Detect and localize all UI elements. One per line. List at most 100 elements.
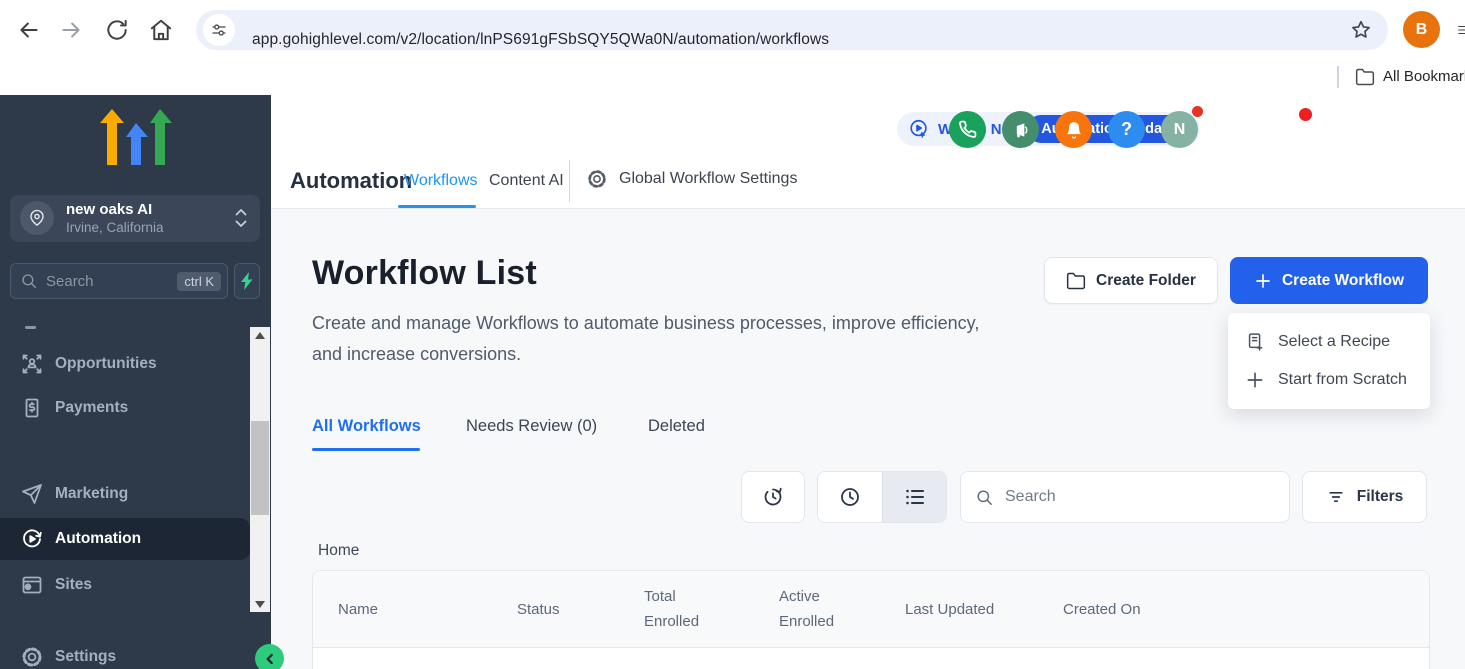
workflow-list-description: Create and manage Workflows to automate …: [312, 308, 1012, 370]
chevron-up-down-icon: [234, 206, 248, 230]
opportunities-icon: [20, 352, 44, 376]
workflow-list-title: Workflow List: [312, 254, 537, 293]
workflow-table: Name Status Total Enrolled Active Enroll…: [312, 570, 1430, 669]
scrolled-item-fragment: [25, 326, 36, 329]
column-header-active-enrolled[interactable]: Active Enrolled: [779, 584, 849, 634]
sidebar-item-automation[interactable]: Automation: [0, 518, 250, 560]
table-header-row: Name Status Total Enrolled Active Enroll…: [313, 571, 1429, 648]
shortcut-badge: ctrl K: [177, 272, 221, 291]
reload-icon[interactable]: [104, 17, 130, 43]
column-header-status[interactable]: Status: [517, 597, 644, 622]
folder-icon: [1066, 271, 1086, 291]
create-workflow-button[interactable]: Create Workflow: [1230, 257, 1428, 304]
sidebar-item-payments[interactable]: Payments: [0, 393, 250, 423]
marketing-send-icon: [20, 482, 44, 506]
plus-icon: [1245, 370, 1265, 390]
bookmark-star-icon[interactable]: [1350, 19, 1372, 41]
phone-button[interactable]: [949, 111, 986, 148]
sidebar: new oaks AI Irvine, California ctrl K Op…: [0, 95, 271, 669]
tab-all-workflows[interactable]: All Workflows: [312, 417, 421, 436]
page-title: Automation: [290, 168, 412, 194]
url-text[interactable]: app.gohighlevel.com/v2/location/lnPS691g…: [252, 20, 829, 60]
screen: app.gohighlevel.com/v2/location/lnPS691g…: [0, 0, 1465, 669]
sidebar-item-marketing[interactable]: Marketing: [0, 479, 250, 509]
global-workflow-settings[interactable]: Global Workflow Settings: [586, 168, 797, 190]
user-avatar[interactable]: N: [1161, 111, 1198, 148]
search-icon: [975, 488, 994, 507]
enrollment-history-button[interactable]: [741, 471, 805, 523]
menu-item-start-from-scratch[interactable]: Start from Scratch: [1228, 361, 1430, 399]
sites-icon: [20, 573, 44, 597]
breadcrumb[interactable]: Home: [318, 542, 359, 560]
gohighlevel-logo-icon: [99, 109, 173, 165]
back-icon[interactable]: [16, 17, 42, 43]
question-mark-icon: ?: [1121, 119, 1132, 140]
create-folder-button[interactable]: Create Folder: [1044, 257, 1218, 304]
home-icon[interactable]: [148, 17, 174, 43]
whats-new-pill[interactable]: What's New Automation Updates: [897, 112, 1200, 146]
location-pin-icon: [20, 201, 54, 235]
scroll-up-arrow-icon[interactable]: [250, 327, 270, 343]
all-bookmarks-label[interactable]: All Bookmarks: [1383, 60, 1465, 94]
sidebar-item-settings[interactable]: Settings: [0, 642, 250, 669]
url-bar[interactable]: app.gohighlevel.com/v2/location/lnPS691g…: [196, 10, 1388, 50]
megaphone-icon: [1011, 120, 1031, 140]
sidebar-item-sites[interactable]: Sites: [0, 570, 250, 600]
tab-needs-review[interactable]: Needs Review (0): [466, 417, 597, 436]
browser-profile-avatar[interactable]: B: [1403, 11, 1440, 48]
updates-alert-dot: [1192, 106, 1203, 117]
lightning-icon: [240, 272, 254, 290]
payments-icon: [20, 396, 44, 420]
tab-deleted[interactable]: Deleted: [648, 417, 705, 436]
notifications-button[interactable]: [1055, 111, 1092, 148]
forward-icon[interactable]: [58, 17, 84, 43]
bell-icon: [1064, 120, 1084, 140]
browser-toolbar: app.gohighlevel.com/v2/location/lnPS691g…: [0, 0, 1465, 60]
automation-icon: [20, 527, 44, 551]
column-header-total-enrolled[interactable]: Total Enrolled: [644, 584, 714, 634]
location-subtitle: Irvine, California: [66, 220, 164, 235]
create-workflow-menu: Select a Recipe Start from Scratch: [1228, 313, 1430, 409]
site-settings-icon[interactable]: [203, 14, 235, 46]
announcements-button[interactable]: [1002, 111, 1039, 148]
all-workflows-underline: [312, 448, 420, 451]
filters-button[interactable]: Filters: [1302, 471, 1427, 523]
list-icon: [903, 485, 927, 509]
recent-view-button[interactable]: [818, 472, 882, 522]
tab-content-ai[interactable]: Content AI: [489, 172, 564, 190]
location-switcher[interactable]: new oaks AI Irvine, California: [10, 195, 260, 242]
sidebar-item-opportunities[interactable]: Opportunities: [0, 349, 250, 379]
browser-menu-icon[interactable]: [1457, 22, 1465, 38]
column-header-name[interactable]: Name: [338, 597, 517, 622]
sidebar-collapse-button[interactable]: [255, 644, 284, 669]
list-view-button[interactable]: [882, 472, 946, 522]
search-icon: [20, 272, 38, 290]
workflow-search[interactable]: [960, 471, 1290, 523]
scrollbar-thumb[interactable]: [251, 421, 269, 515]
sidebar-scrollbar[interactable]: [250, 327, 270, 612]
workflow-search-input[interactable]: [1005, 488, 1275, 506]
scroll-down-arrow-icon[interactable]: [250, 596, 270, 612]
workflows-tab-underline: [398, 205, 476, 208]
settings-gear-icon: [20, 645, 44, 669]
history-clock-icon: [761, 485, 785, 509]
bookmarks-divider: [1337, 66, 1339, 88]
menu-item-select-recipe[interactable]: Select a Recipe: [1228, 323, 1430, 361]
help-button[interactable]: ?: [1108, 111, 1145, 148]
column-header-last-updated[interactable]: Last Updated: [905, 597, 1063, 622]
phone-icon: [958, 120, 977, 139]
clock-icon: [838, 485, 862, 509]
chevron-left-icon: [262, 651, 278, 667]
bookmarks-folder-icon[interactable]: [1355, 67, 1375, 87]
announcement-alert-dot: [1299, 108, 1312, 121]
sidebar-search-input[interactable]: [46, 273, 177, 290]
column-header-created-on[interactable]: Created On: [1063, 597, 1429, 622]
header-divider: [569, 160, 570, 202]
sidebar-search[interactable]: ctrl K: [10, 263, 228, 299]
filter-icon: [1326, 487, 1346, 507]
app-header: [271, 95, 1465, 209]
plus-icon: [1254, 272, 1272, 290]
gear-icon: [586, 168, 608, 190]
ai-assistant-button[interactable]: [234, 263, 260, 299]
tab-workflows[interactable]: Workflows: [404, 172, 478, 190]
